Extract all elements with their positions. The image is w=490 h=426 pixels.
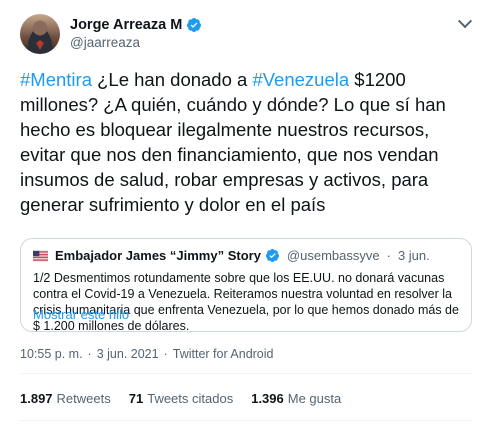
avatar[interactable] [20,14,60,54]
quote-tweets-count: 71 [128,391,144,406]
retweets-stat[interactable]: 1.897 Retweets [20,391,111,406]
quoted-tweet-text: 1/2 Desmentimos rotundamente sobre que l… [33,271,459,333]
tweet-text-segment: $1200 millones? ¿A quién, cuándo y dónde… [20,69,446,215]
hashtag-link[interactable]: #Mentira [20,69,92,90]
quoted-author-name: Embajador James “Jimmy” Story [55,248,261,263]
verified-badge-icon [265,248,279,263]
quoted-tweet-header: Embajador James “Jimmy” Story @usembassy… [33,248,430,263]
tweet-text: #Mentira ¿Le han donado a #Venezuela $12… [20,67,475,217]
tweet-time[interactable]: 10:55 p. m. [20,347,83,361]
hashtag-link[interactable]: #Venezuela [252,69,349,90]
chevron-down-icon[interactable] [454,14,476,33]
likes-count: 1.396 [251,391,284,406]
us-flag-icon [33,250,48,261]
quoted-author-handle: @usembassyve [286,248,380,263]
retweets-label: Retweets [56,391,111,406]
likes-stat[interactable]: 1.396 Me gusta [251,391,341,406]
show-thread-link[interactable]: Mostrar este hilo [33,307,129,322]
tweet-meta: 10:55 p. m. · 3 jun. 2021 · Twitter for … [20,347,274,361]
quoted-tweet[interactable]: Embajador James “Jimmy” Story @usembassy… [20,238,472,333]
quote-tweets-stat[interactable]: 71 Tweets citados [129,391,233,406]
quoted-tweet-date: 3 jun. [397,248,430,263]
tweet-source[interactable]: Twitter for Android [173,347,274,361]
author-name-row[interactable]: Jorge Arreaza M [70,16,202,34]
separator-dot: · [87,347,92,361]
verified-badge-icon [187,18,202,32]
separator-dot: · [163,347,168,361]
author-name[interactable]: Jorge Arreaza M [70,17,182,33]
separator-dot: · [386,248,391,263]
quote-tweets-label: Tweets citados [147,391,234,406]
tweet-text-segment: ¿Le han donado a [91,69,253,90]
divider [20,420,472,421]
tweet-date[interactable]: 3 jun. 2021 [97,347,159,361]
tweet-stats: 1.897 Retweets 71 Tweets citados 1.396 Me g… [20,391,341,406]
retweets-count: 1.897 [20,391,53,406]
author-handle[interactable]: @jaarreaza [70,35,140,50]
tweet-header: Jorge Arreaza M @jaarreaza [20,13,480,57]
likes-label: Me gusta [287,391,342,406]
divider [20,373,472,374]
tweet-card: Jorge Arreaza M @jaarreaza #Mentira ¿Le … [0,0,490,426]
